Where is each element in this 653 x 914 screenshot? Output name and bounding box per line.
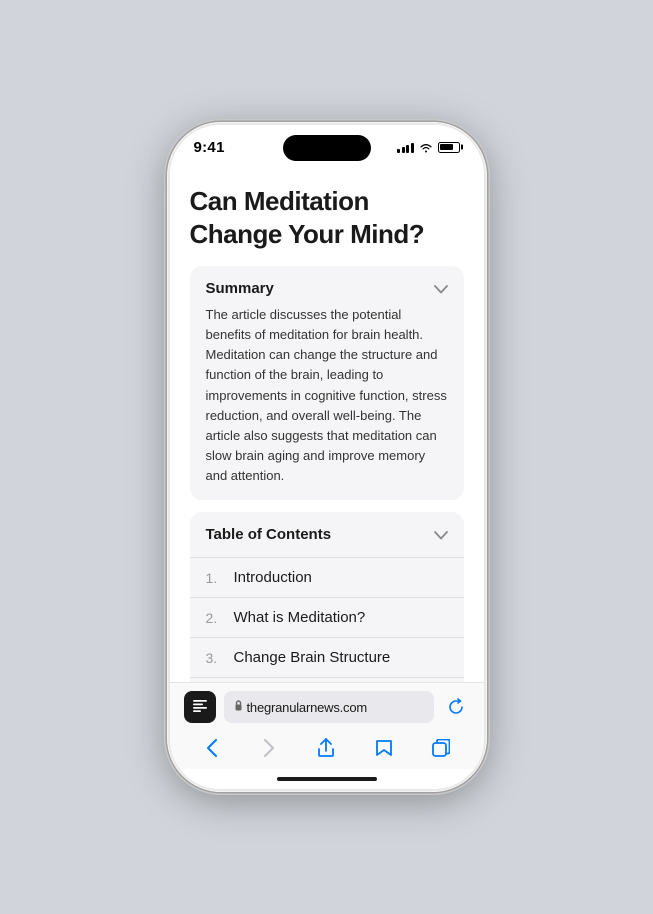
forward-button[interactable]: [251, 733, 287, 763]
toc-card: Table of Contents 1. Introduction 2. Wha…: [190, 512, 464, 682]
home-bar: [277, 777, 377, 781]
toc-header: Table of Contents: [190, 512, 464, 557]
status-time: 9:41: [194, 139, 225, 156]
refresh-button[interactable]: [442, 693, 470, 721]
summary-card: Summary The article discusses the potent…: [190, 266, 464, 500]
bottom-bar: thegranularnews.com: [170, 682, 484, 769]
toc-label-3: Change Brain Structure: [234, 649, 391, 666]
status-bar: 9:41: [170, 125, 484, 169]
toc-item-2[interactable]: 2. What is Meditation?: [190, 597, 464, 637]
toc-item-3[interactable]: 3. Change Brain Structure: [190, 637, 464, 677]
tabs-button[interactable]: [423, 733, 459, 763]
toc-label-1: Introduction: [234, 569, 312, 586]
signal-bar-4: [411, 143, 414, 153]
toc-label-2: What is Meditation?: [234, 609, 366, 626]
phone-frame: 9:41: [167, 122, 487, 792]
toc-chevron-icon[interactable]: [434, 527, 448, 543]
dynamic-island: [283, 135, 371, 161]
toc-number-3: 3.: [206, 650, 228, 666]
summary-chevron-icon[interactable]: [434, 281, 448, 297]
url-text: thegranularnews.com: [247, 700, 368, 715]
summary-header: Summary: [206, 280, 448, 297]
article-title: Can Meditation Change Your Mind?: [190, 185, 464, 250]
reader-icon: [192, 699, 208, 716]
lock-icon: [234, 700, 243, 714]
reader-button[interactable]: [184, 691, 216, 723]
toc-number-1: 1.: [206, 570, 228, 586]
status-icons: [397, 141, 460, 153]
url-pill[interactable]: thegranularnews.com: [224, 691, 434, 723]
signal-bar-3: [406, 145, 409, 153]
toc-number-2: 2.: [206, 610, 228, 626]
home-indicator: [170, 769, 484, 789]
signal-icon: [397, 141, 414, 153]
back-button[interactable]: [194, 733, 230, 763]
signal-bar-1: [397, 149, 400, 153]
navigation-row: [184, 731, 470, 765]
wifi-icon: [419, 142, 433, 153]
summary-title: Summary: [206, 280, 274, 297]
signal-bar-2: [402, 147, 405, 153]
content-area[interactable]: Can Meditation Change Your Mind? Summary…: [170, 169, 484, 682]
bookmarks-button[interactable]: [366, 733, 402, 763]
share-button[interactable]: [308, 733, 344, 763]
summary-body: The article discusses the potential bene…: [206, 305, 448, 486]
url-row: thegranularnews.com: [184, 691, 470, 723]
toc-title: Table of Contents: [206, 526, 332, 543]
phone-screen: 9:41: [170, 125, 484, 789]
battery-icon: [438, 142, 460, 153]
toc-item-1[interactable]: 1. Introduction: [190, 557, 464, 597]
